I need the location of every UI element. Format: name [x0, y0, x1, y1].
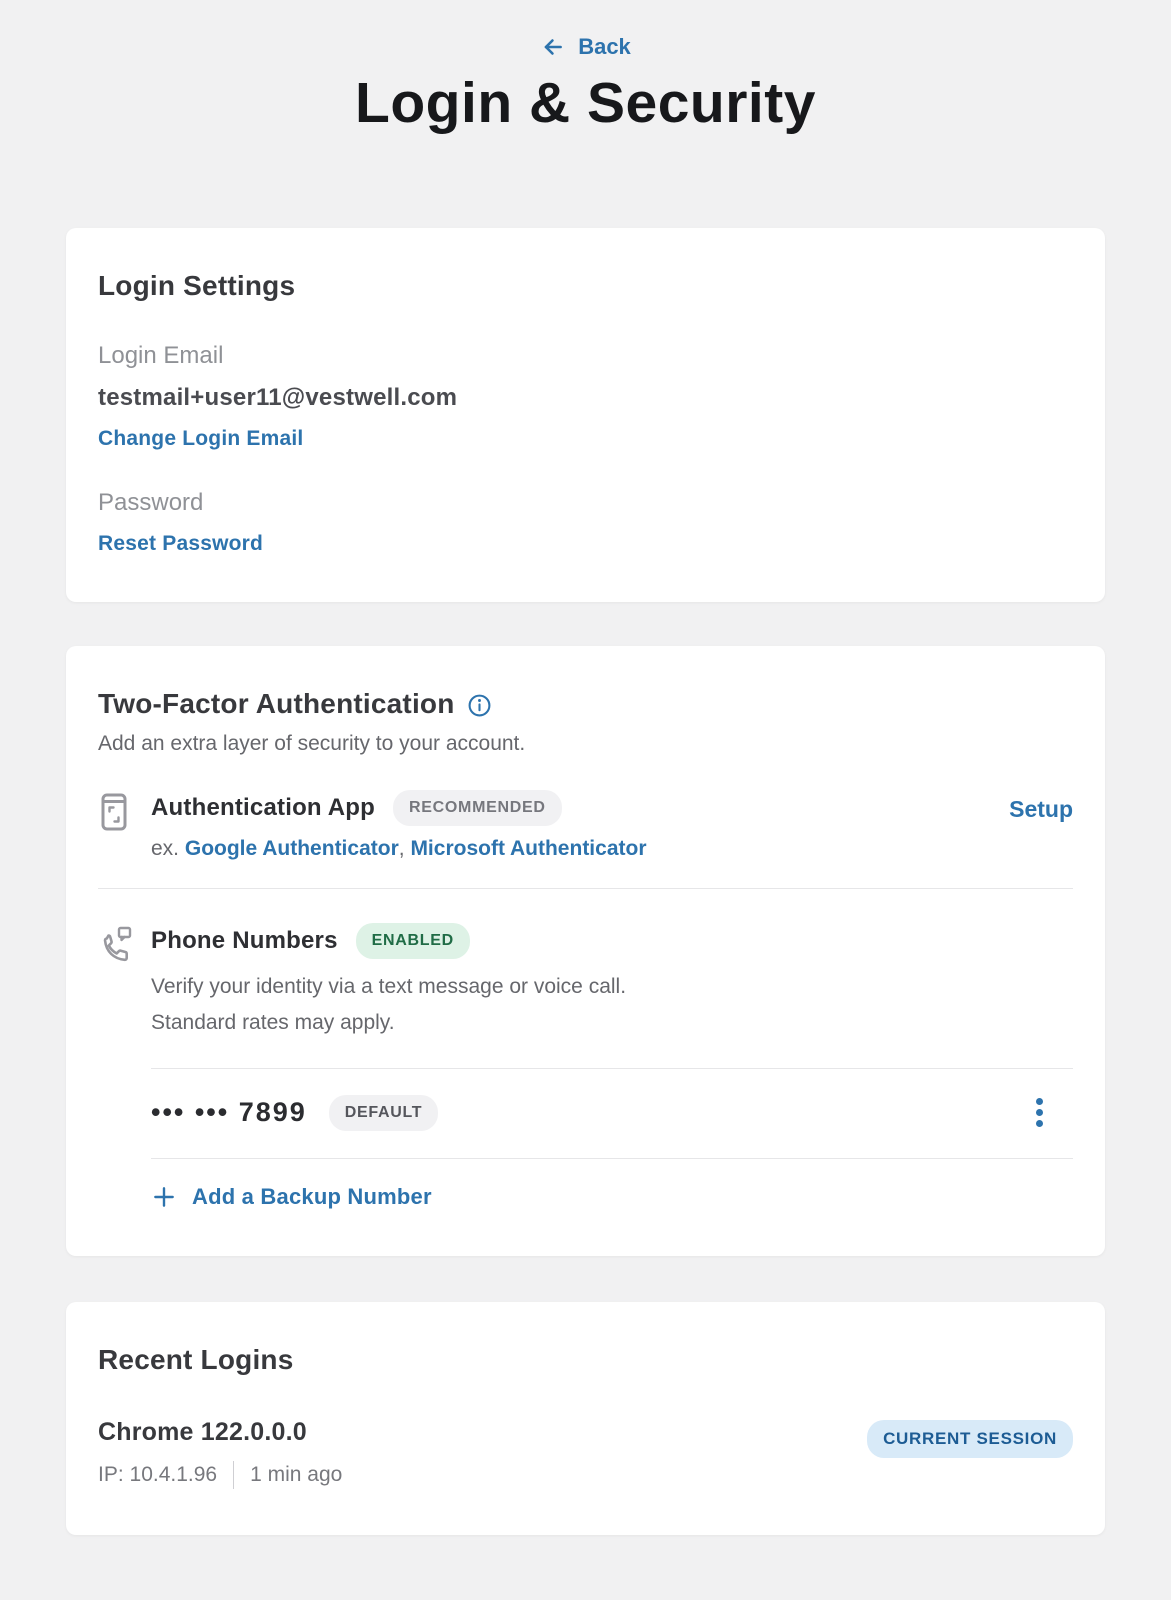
login-email-label: Login Email — [98, 342, 1073, 370]
page-title: Login & Security — [0, 70, 1171, 136]
back-label: Back — [578, 34, 631, 60]
authentication-app-title: Authentication App — [151, 794, 375, 822]
authentication-app-row: Authentication App RECOMMENDED Setup ex.… — [98, 790, 1073, 861]
smartphone-icon — [98, 792, 130, 832]
back-button[interactable]: Back — [0, 34, 1171, 60]
session-time: 1 min ago — [250, 1463, 342, 1487]
reset-password-link[interactable]: Reset Password — [98, 532, 263, 556]
plus-icon — [151, 1184, 177, 1210]
two-factor-title: Two-Factor Authentication — [98, 688, 455, 720]
login-settings-card: Login Settings Login Email testmail+user… — [66, 228, 1105, 602]
change-login-email-link[interactable]: Change Login Email — [98, 427, 303, 451]
two-factor-card: Two-Factor Authentication Add an extra l… — [66, 646, 1105, 1256]
enabled-badge: ENABLED — [356, 923, 470, 959]
authenticator-examples: ex. Google Authenticator, Microsoft Auth… — [151, 837, 1073, 861]
login-settings-title: Login Settings — [98, 270, 1073, 302]
phone-description: Verify your identity via a text message … — [151, 969, 1073, 1041]
microsoft-authenticator-link[interactable]: Microsoft Authenticator — [410, 837, 646, 860]
masked-phone-number: ••• ••• 7899 — [151, 1097, 307, 1128]
row-divider — [151, 1158, 1073, 1159]
meta-separator — [233, 1461, 234, 1489]
phone-description-line2: Standard rates may apply. — [151, 1005, 1073, 1041]
saved-phone-number-row: ••• ••• 7899 DEFAULT — [151, 1094, 1073, 1131]
phone-description-line1: Verify your identity via a text message … — [151, 969, 1073, 1005]
add-backup-number-button[interactable]: Add a Backup Number — [151, 1184, 1073, 1210]
default-badge: DEFAULT — [329, 1095, 439, 1131]
row-divider — [151, 1068, 1073, 1069]
login-email-value: testmail+user11@vestwell.com — [98, 384, 1073, 412]
current-session-badge: CURRENT SESSION — [867, 1420, 1073, 1458]
back-arrow-icon — [540, 34, 566, 60]
recent-logins-card: Recent Logins Chrome 122.0.0.0 IP: 10.4.… — [66, 1302, 1105, 1535]
session-row: Chrome 122.0.0.0 IP: 10.4.1.96 1 min ago… — [98, 1418, 1073, 1489]
kebab-dot — [1036, 1109, 1043, 1116]
setup-link[interactable]: Setup — [1009, 794, 1073, 823]
session-ip: IP: 10.4.1.96 — [98, 1463, 217, 1487]
phone-options-kebab-menu[interactable] — [1032, 1094, 1047, 1131]
examples-prefix: ex. — [151, 837, 179, 860]
recommended-badge: RECOMMENDED — [393, 790, 562, 826]
session-browser: Chrome 122.0.0.0 — [98, 1418, 342, 1447]
recent-logins-title: Recent Logins — [98, 1344, 1073, 1376]
phone-numbers-row: Phone Numbers ENABLED Verify your identi… — [98, 923, 1073, 1041]
add-backup-number-label: Add a Backup Number — [192, 1184, 432, 1210]
row-divider — [98, 888, 1073, 889]
login-security-page: Back Login & Security Login Settings Log… — [0, 0, 1171, 1535]
phone-sms-icon — [98, 925, 134, 963]
two-factor-subtitle: Add an extra layer of security to your a… — [98, 732, 1073, 756]
phone-numbers-title: Phone Numbers — [151, 927, 338, 955]
info-icon[interactable] — [467, 693, 492, 718]
password-label: Password — [98, 489, 1073, 517]
examples-separator: , — [399, 837, 405, 860]
google-authenticator-link[interactable]: Google Authenticator — [185, 837, 399, 860]
kebab-dot — [1036, 1098, 1043, 1105]
kebab-dot — [1036, 1120, 1043, 1127]
